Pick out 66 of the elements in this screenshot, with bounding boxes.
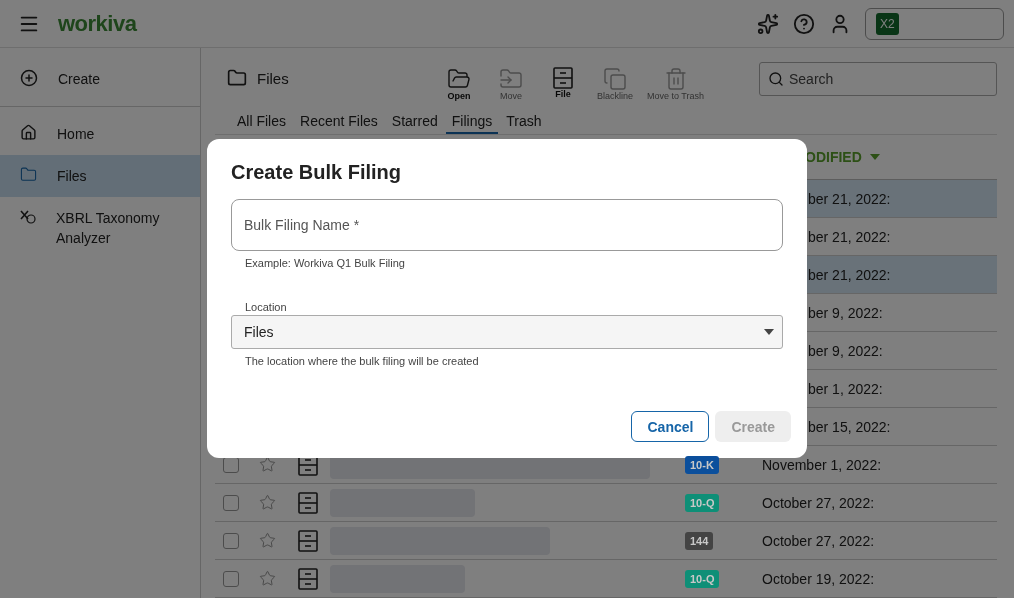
tab[interactable]: Recent Files: [294, 109, 384, 134]
form-type-tag: 10-Q: [685, 569, 720, 588]
tab[interactable]: Filings: [445, 109, 499, 134]
date-cell: ber 21, 2022:: [808, 190, 891, 207]
star-icon[interactable]: [259, 494, 276, 511]
location-title: Files: [257, 69, 289, 87]
form-type-tag: 144: [685, 531, 714, 550]
sidebar-label: Files: [57, 167, 88, 186]
x-clock-icon: [20, 208, 36, 224]
date-cell: October 27, 2022:: [762, 532, 875, 549]
account-switcher[interactable]: X2: [865, 7, 1004, 40]
date-cell: October 19, 2022:: [762, 570, 875, 587]
toolbar-button[interactable]: Open: [435, 67, 483, 101]
field-label: Location: [245, 301, 288, 313]
location-dropdown[interactable]: Files: [231, 315, 783, 349]
sidebar-item[interactable]: XBRL Taxonomy Analyzer: [0, 197, 200, 259]
toolbar-button[interactable]: File: [539, 67, 587, 101]
help-icon[interactable]: [793, 12, 815, 35]
copy-icon: [603, 67, 627, 91]
date-cell: October 27, 2022:: [762, 494, 875, 511]
row-checkbox[interactable]: [223, 570, 239, 587]
star-icon[interactable]: [259, 456, 276, 473]
sidebar-item[interactable]: Create: [0, 58, 200, 107]
row-checkbox[interactable]: [223, 494, 239, 511]
folder-arrow-icon: [499, 67, 523, 91]
form-type-tag: 10-Q: [685, 493, 720, 512]
account-badge: X2: [876, 12, 899, 35]
open-folder-icon: [447, 67, 471, 91]
tab[interactable]: Trash: [500, 109, 548, 134]
star-icon[interactable]: [259, 532, 276, 549]
dialog-button[interactable]: Cancel: [631, 411, 710, 442]
folder-icon: [20, 166, 37, 183]
date-cell: November 1, 2022:: [762, 456, 882, 473]
folder-icon: [227, 68, 247, 88]
date-cell: ber 15, 2022:: [808, 418, 891, 435]
plus-circle-icon: [20, 69, 38, 87]
trash-icon: [663, 67, 688, 91]
sparkles-icon[interactable]: [757, 12, 779, 35]
file-cabinet-icon: [298, 567, 318, 590]
sidebar-item[interactable]: Home: [0, 113, 200, 155]
tab[interactable]: All Files: [231, 109, 292, 134]
helper-text: The location where the bulk filing will be created: [245, 355, 480, 367]
caret-icon: [764, 329, 774, 335]
sidebar-label: XBRL Taxonomy Analyzer: [56, 209, 161, 248]
row-checkbox[interactable]: [223, 532, 239, 549]
date-cell: ber 1, 2022:: [808, 380, 883, 397]
dialog-title: Create Bulk Filing: [231, 161, 403, 184]
star-icon[interactable]: [259, 570, 276, 587]
search-icon: [768, 71, 784, 87]
name-input-field[interactable]: Bulk Filing Name *: [231, 199, 783, 251]
search-field[interactable]: Search: [759, 62, 997, 96]
helper-text: Example: Workiva Q1 Bulk Filing: [245, 257, 406, 269]
date-cell: ber 9, 2022:: [808, 342, 883, 359]
file-cabinet-icon: [298, 491, 318, 514]
sidebar-item[interactable]: Files: [0, 155, 200, 197]
tab[interactable]: Starred: [385, 109, 444, 134]
sidebar-label: Home: [57, 125, 96, 144]
sidebar-label: Create: [58, 70, 102, 89]
date-cell: ber 21, 2022:: [808, 266, 891, 283]
date-cell: ber 9, 2022:: [808, 304, 883, 321]
sort-down-icon: [869, 154, 880, 160]
file-cabinet-icon: [553, 67, 573, 89]
date-cell: ber 21, 2022:: [808, 228, 891, 245]
file-cabinet-icon: [298, 529, 318, 552]
home-icon: [20, 124, 37, 141]
logo: workiva: [58, 10, 137, 37]
